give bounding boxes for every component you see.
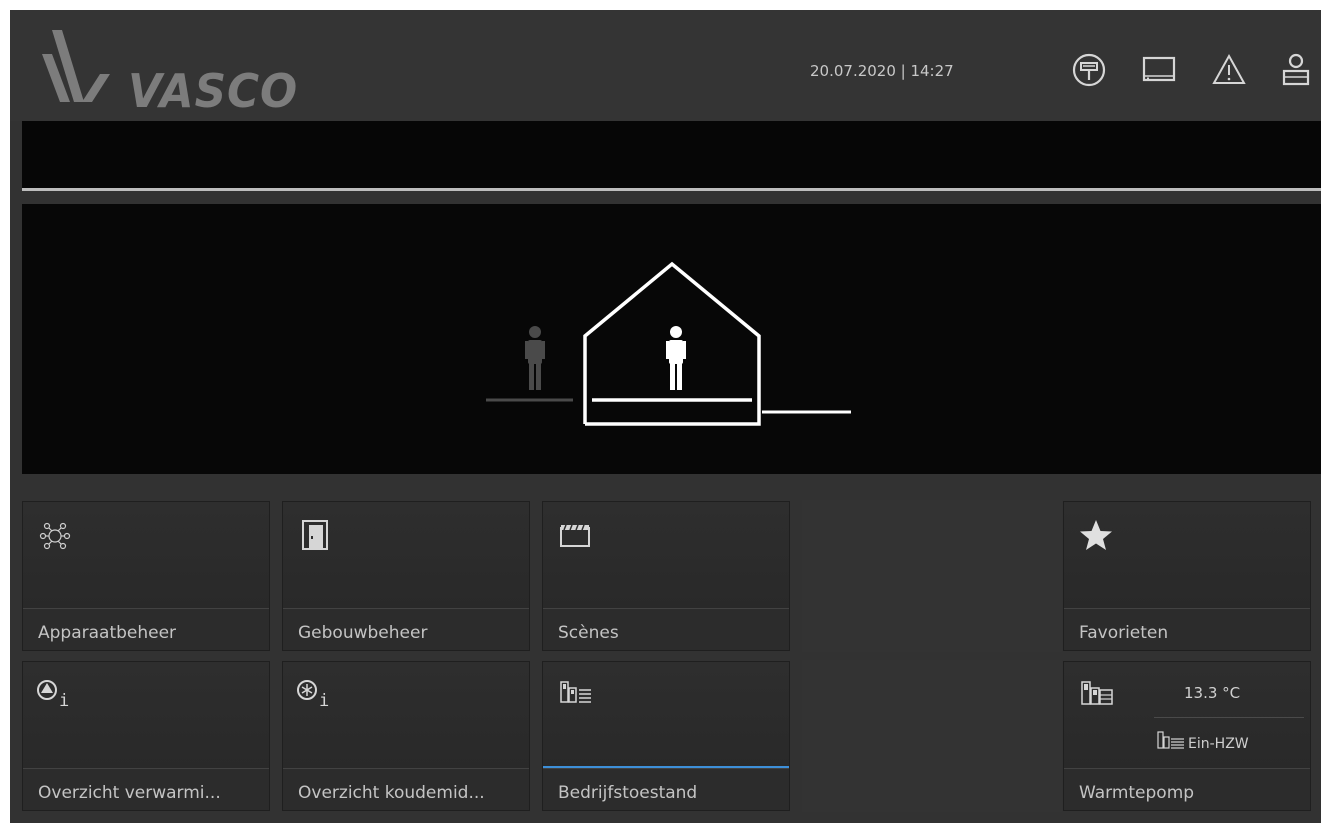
tile-label: Warmtepomp — [1079, 783, 1195, 803]
tile-scenes[interactable]: Scènes — [542, 501, 790, 651]
tile-label: Favorieten — [1079, 623, 1169, 643]
svg-text:i: i — [319, 691, 329, 711]
tile-label: Overzicht koudemid... — [298, 783, 485, 803]
temperature-value: 13.3 °C — [1184, 684, 1241, 702]
date-time: 20.07.2020 | 14:27 — [810, 62, 954, 80]
status-divider — [22, 188, 1321, 191]
heatpump-icon — [1081, 681, 1113, 705]
tile-overzicht-koudemiddel[interactable]: i Overzicht koudemid... — [282, 661, 530, 811]
tile-label: Scènes — [558, 623, 619, 643]
app-window: VASCO 20.07.2020 | 14:27 Apparaatbeheer … — [10, 10, 1321, 823]
heatpump-icon — [560, 681, 591, 703]
mode-value: Ein-HZW — [1188, 736, 1249, 752]
clapperboard-icon — [560, 524, 590, 547]
tile-warmtepomp[interactable]: 13.3 °C Ein-HZW Warmtepomp — [1063, 661, 1311, 811]
tile-bedrijfstoestand[interactable]: Bedrijfstoestand — [542, 661, 790, 811]
tile-gebouwbeheer[interactable]: Gebouwbeheer — [282, 501, 530, 651]
display-icon[interactable] — [1139, 50, 1179, 90]
tile-overzicht-verwarming[interactable]: i Overzicht verwarmi... — [22, 661, 270, 811]
thermostat-icon[interactable] — [1069, 50, 1109, 90]
status-bar — [22, 121, 1321, 188]
user-icon[interactable] — [1276, 50, 1316, 90]
person-away-icon — [525, 326, 545, 390]
star-icon — [1080, 520, 1112, 550]
house-scene — [486, 261, 851, 426]
empty-cell — [802, 660, 1062, 812]
warning-icon[interactable] — [1209, 50, 1249, 90]
vasco-logo: VASCO — [32, 24, 302, 118]
vasco-logo-mark-icon — [42, 30, 110, 102]
device-network-icon — [39, 522, 71, 550]
door-icon — [302, 520, 328, 550]
presence-visualization — [22, 204, 1321, 474]
tile-label: Gebouwbeheer — [298, 623, 428, 643]
person-home-icon — [666, 326, 686, 390]
cooling-info-icon: i — [297, 680, 329, 711]
empty-cell — [802, 500, 1062, 652]
heatpump-mode-icon — [1157, 731, 1184, 749]
svg-text:i: i — [59, 691, 69, 711]
tile-label: Overzicht verwarmi... — [38, 783, 221, 803]
tile-apparaatbeheer[interactable]: Apparaatbeheer — [22, 501, 270, 651]
tile-label: Bedrijfstoestand — [558, 783, 698, 803]
logo-text: VASCO — [128, 64, 299, 118]
tile-label: Apparaatbeheer — [38, 623, 177, 643]
tile-favorieten[interactable]: Favorieten — [1063, 501, 1311, 651]
heating-info-icon: i — [37, 680, 69, 711]
header: VASCO 20.07.2020 | 14:27 — [10, 10, 1321, 121]
